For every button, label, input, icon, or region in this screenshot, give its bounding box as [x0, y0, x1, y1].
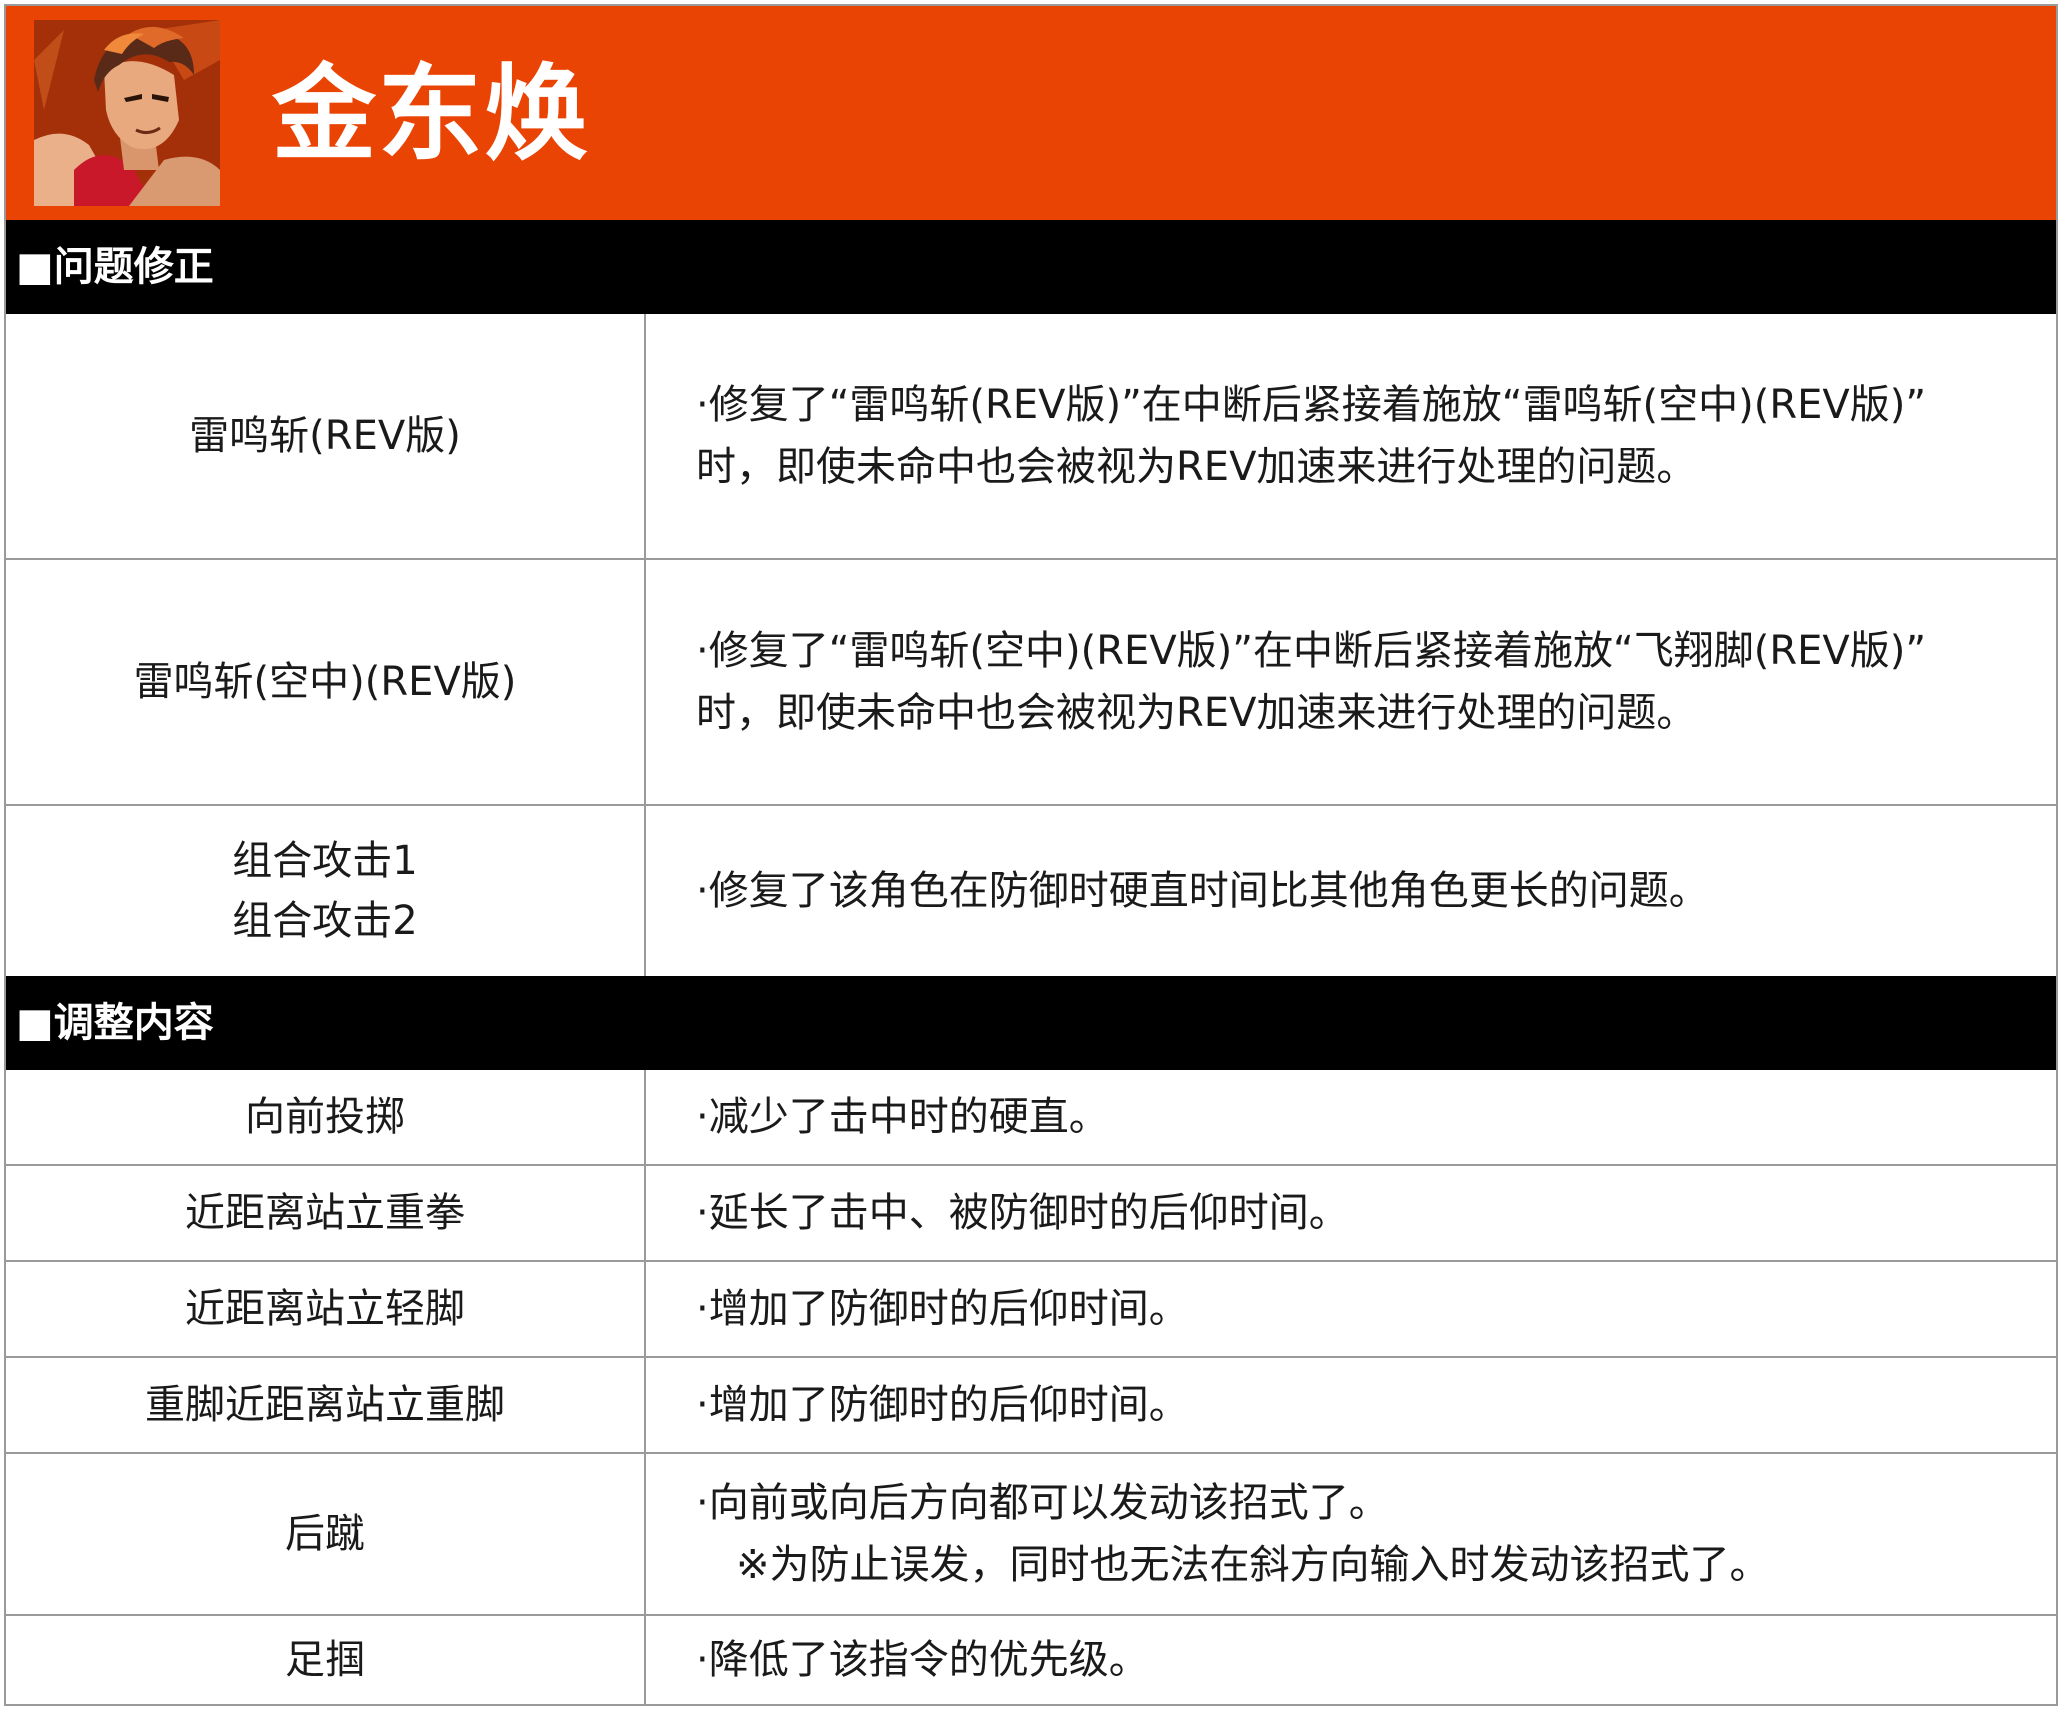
description-cell: ·增加了防御时的后仰时间。	[646, 1262, 2056, 1356]
move-name: 足掴	[285, 1637, 365, 1683]
description-line: ·增加了防御时的后仰时间。	[696, 1382, 1189, 1428]
move-name-cell: 雷鸣斩(空中)(REV版)	[6, 560, 646, 804]
move-name-cell: 雷鸣斩(REV版)	[6, 314, 646, 558]
table-row: 向前投掷 ·减少了击中时的硬直。	[6, 1070, 2056, 1166]
table-row: 重脚近距离站立重脚 ·增加了防御时的后仰时间。	[6, 1358, 2056, 1454]
move-name: 组合攻击2	[232, 898, 418, 944]
move-name: 后蹴	[285, 1511, 365, 1557]
section-adjustments-header: ■调整内容	[6, 976, 2056, 1070]
description-line: 时，即使未命中也会被视为REV加速来进行处理的问题。	[696, 690, 1697, 736]
move-name: 雷鸣斩(空中)(REV版)	[133, 659, 517, 705]
description-cell: ·修复了“雷鸣斩(REV版)”在中断后紧接着施放“雷鸣斩(空中)(REV版)” …	[646, 314, 2056, 558]
patch-notes-sheet: 金东焕 ■问题修正 雷鸣斩(REV版) ·修复了“雷鸣斩(REV版)”在中断后紧…	[4, 4, 2058, 1706]
description-line: ·延长了击中、被防御时的后仰时间。	[696, 1190, 1349, 1236]
description-line: ·向前或向后方向都可以发动该招式了。	[696, 1480, 1389, 1526]
description-cell: ·减少了击中时的硬直。	[646, 1070, 2056, 1164]
table-row: 足掴 ·降低了该指令的优先级。	[6, 1616, 2056, 1704]
description-line: 时，即使未命中也会被视为REV加速来进行处理的问题。	[696, 444, 1697, 490]
character-header: 金东焕	[6, 6, 2056, 220]
description-cell: ·增加了防御时的后仰时间。	[646, 1358, 2056, 1452]
table-row: 近距离站立重拳 ·延长了击中、被防御时的后仰时间。	[6, 1166, 2056, 1262]
description-cell: ·延长了击中、被防御时的后仰时间。	[646, 1166, 2056, 1260]
move-name-cell: 向前投掷	[6, 1070, 646, 1164]
description-line: ·减少了击中时的硬直。	[696, 1094, 1109, 1140]
description-cell: ·修复了“雷鸣斩(空中)(REV版)”在中断后紧接着施放“飞翔脚(REV版)” …	[646, 560, 2056, 804]
move-name: 雷鸣斩(REV版)	[189, 413, 461, 459]
move-name-cell: 近距离站立轻脚	[6, 1262, 646, 1356]
section-title: ■问题修正	[16, 244, 214, 290]
move-name: 近距离站立轻脚	[185, 1286, 465, 1332]
description-line: ·修复了该角色在防御时硬直时间比其他角色更长的问题。	[696, 868, 1709, 914]
table-row: 雷鸣斩(REV版) ·修复了“雷鸣斩(REV版)”在中断后紧接着施放“雷鸣斩(空…	[6, 314, 2056, 560]
table-row: 雷鸣斩(空中)(REV版) ·修复了“雷鸣斩(空中)(REV版)”在中断后紧接着…	[6, 560, 2056, 806]
section-title: ■调整内容	[16, 1000, 214, 1046]
move-name: 近距离站立重拳	[185, 1190, 465, 1236]
table-row: 组合攻击1 组合攻击2 ·修复了该角色在防御时硬直时间比其他角色更长的问题。	[6, 806, 2056, 976]
move-name: 重脚近距离站立重脚	[145, 1382, 505, 1428]
description-note: ※为防止误发，同时也无法在斜方向输入时发动该招式了。	[736, 1542, 1770, 1588]
move-name-cell: 近距离站立重拳	[6, 1166, 646, 1260]
move-name-cell: 重脚近距离站立重脚	[6, 1358, 646, 1452]
description-line: ·修复了“雷鸣斩(REV版)”在中断后紧接着施放“雷鸣斩(空中)(REV版)”	[696, 382, 1927, 428]
description-line: ·修复了“雷鸣斩(空中)(REV版)”在中断后紧接着施放“飞翔脚(REV版)”	[696, 628, 1927, 674]
table-row: 后蹴 ·向前或向后方向都可以发动该招式了。 ※为防止误发，同时也无法在斜方向输入…	[6, 1454, 2056, 1616]
move-name-cell: 组合攻击1 组合攻击2	[6, 806, 646, 976]
description-line: ·降低了该指令的优先级。	[696, 1637, 1149, 1683]
character-portrait-icon	[34, 20, 220, 206]
move-name: 组合攻击1	[232, 838, 418, 884]
description-cell: ·向前或向后方向都可以发动该招式了。 ※为防止误发，同时也无法在斜方向输入时发动…	[646, 1454, 2056, 1614]
character-name: 金东焕	[272, 53, 591, 175]
move-name-cell: 后蹴	[6, 1454, 646, 1614]
move-name: 向前投掷	[245, 1094, 405, 1140]
move-name-cell: 足掴	[6, 1616, 646, 1704]
table-row: 近距离站立轻脚 ·增加了防御时的后仰时间。	[6, 1262, 2056, 1358]
description-line: ·增加了防御时的后仰时间。	[696, 1286, 1189, 1332]
description-cell: ·修复了该角色在防御时硬直时间比其他角色更长的问题。	[646, 806, 2056, 976]
section-fixes-header: ■问题修正	[6, 220, 2056, 314]
description-cell: ·降低了该指令的优先级。	[646, 1616, 2056, 1704]
